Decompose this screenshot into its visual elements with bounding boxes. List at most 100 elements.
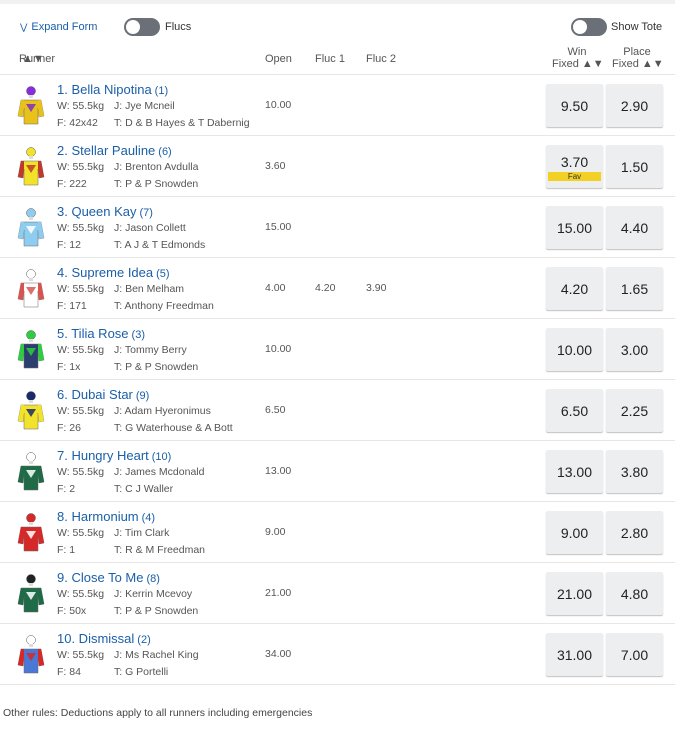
win-header-text: Fixed: [552, 58, 579, 70]
win-fixed-button[interactable]: 6.50: [546, 389, 603, 432]
runner-trainer: T: P & P Snowden: [114, 361, 199, 373]
runner-trainer: T: Anthony Freedman: [114, 300, 214, 312]
expand-form-link[interactable]: ⋁ Expand Form: [20, 21, 97, 33]
runner-form: F: 42x42: [57, 117, 98, 129]
win-fixed-button[interactable]: 21.00: [546, 572, 603, 615]
runner-trainer: T: G Portelli: [114, 666, 169, 678]
win-fixed-button[interactable]: 9.50: [546, 84, 603, 127]
runner-row: 3. Queen Kay (7) W: 55.5kg J: Jason Collett…: [0, 197, 675, 258]
runner-name-link[interactable]: 4. Supreme Idea (5): [57, 265, 170, 280]
win-fixed-button[interactable]: 9.00: [546, 511, 603, 554]
place-header-text: Fixed: [612, 58, 639, 70]
barrier-number: (2): [137, 634, 151, 646]
place-fixed-button[interactable]: 2.90: [606, 84, 663, 127]
place-fixed-button[interactable]: 1.65: [606, 267, 663, 310]
open-price: 21.00: [265, 587, 292, 599]
runner-name-link[interactable]: 7. Hungry Heart (10): [57, 448, 171, 463]
place-fixed-button[interactable]: 1.50: [606, 145, 663, 188]
runner-name: 4. Supreme Idea: [57, 265, 154, 280]
runner-weight: W: 55.5kg: [57, 161, 105, 173]
win-price: 10.00: [556, 341, 593, 358]
runner-jockey: J: Kerrin Mcevoy: [114, 588, 193, 600]
jockey-silks-icon: [16, 452, 46, 492]
win-fixed-button[interactable]: 10.00: [546, 328, 603, 371]
win-fixed-button[interactable]: 4.20: [546, 267, 603, 310]
runner-name: 8. Harmonium: [57, 509, 139, 524]
open-column-header: Open: [265, 53, 292, 65]
place-fixed-button[interactable]: 4.40: [606, 206, 663, 249]
runner-weight: W: 55.5kg: [57, 466, 105, 478]
sort-icon: ▲▼: [581, 58, 604, 70]
runner-row: 8. Harmonium (4) W: 55.5kg J: Tim Clark F: 1…: [0, 502, 675, 563]
open-price: 15.00: [265, 221, 292, 233]
runner-name: 2. Stellar Pauline: [57, 143, 156, 158]
jockey-silks-icon: [16, 147, 46, 187]
runner-row: 1. Bella Nipotina (1) W: 55.5kg J: Jye Mcne…: [0, 75, 675, 136]
runner-name-link[interactable]: 10. Dismissal (2): [57, 631, 151, 646]
jockey-silks-icon: [16, 86, 46, 126]
place-price: 3.80: [620, 463, 649, 480]
jockey-silks-icon: [16, 574, 46, 614]
runner-name: 9. Close To Me: [57, 570, 144, 585]
barrier-number: (3): [131, 329, 145, 341]
open-price: 34.00: [265, 648, 292, 660]
runner-jockey: J: Tommy Berry: [114, 344, 187, 356]
barrier-number: (1): [154, 85, 169, 97]
place-price: 4.80: [620, 585, 649, 602]
show-tote-label: Show Tote: [611, 21, 663, 33]
place-header-line1: Place: [623, 46, 651, 58]
win-fixed-button[interactable]: 15.00: [546, 206, 603, 249]
place-fixed-button[interactable]: 7.00: [606, 633, 663, 676]
runner-row: 5. Tilia Rose (3) W: 55.5kg J: Tommy Berry F…: [0, 319, 675, 380]
runner-name-link[interactable]: 5. Tilia Rose (3): [57, 326, 145, 341]
place-fixed-button[interactable]: 3.80: [606, 450, 663, 493]
win-fixed-button[interactable]: 31.00: [546, 633, 603, 676]
show-tote-toggle[interactable]: [571, 18, 607, 36]
jockey-silks-icon: [16, 391, 46, 431]
place-fixed-button[interactable]: 2.80: [606, 511, 663, 554]
runner-name-link[interactable]: 3. Queen Kay (7): [57, 204, 153, 219]
flucs-label: Flucs: [165, 21, 192, 33]
win-fixed-button[interactable]: 13.00: [546, 450, 603, 493]
runner-form: F: 2: [57, 483, 76, 495]
runner-name-link[interactable]: 6. Dubai Star (9): [57, 387, 149, 402]
runner-name-link[interactable]: 1. Bella Nipotina (1): [57, 82, 168, 97]
open-price: 3.60: [265, 160, 286, 172]
runner-name: 1. Bella Nipotina: [57, 82, 152, 97]
sort-icon: ▲▼: [22, 53, 44, 65]
win-price: 9.00: [560, 524, 589, 541]
runner-name-link[interactable]: 9. Close To Me (8): [57, 570, 160, 585]
win-header-line2: Fixed ▲▼: [552, 58, 604, 70]
place-fixed-button[interactable]: 2.25: [606, 389, 663, 432]
barrier-number: (5): [156, 268, 170, 280]
runner-form: F: 1: [57, 544, 76, 556]
win-fixed-column-header[interactable]: Win Fixed ▲▼: [552, 46, 604, 70]
runner-jockey: J: Ben Melham: [114, 283, 185, 295]
win-fixed-button[interactable]: 3.70 Fav: [546, 145, 603, 188]
barrier-number: (9): [135, 390, 150, 402]
runner-trainer: T: A J & T Edmonds: [114, 239, 206, 251]
runner-form: F: 26: [57, 422, 81, 434]
runner-weight: W: 55.5kg: [57, 588, 105, 600]
place-fixed-button[interactable]: 3.00: [606, 328, 663, 371]
win-price: 21.00: [556, 585, 593, 602]
win-price: 13.00: [556, 463, 593, 480]
expand-form-label: Expand Form: [31, 21, 98, 33]
open-price: 10.00: [265, 343, 292, 355]
favourite-badge: Fav: [548, 172, 601, 181]
place-fixed-column-header[interactable]: Place Fixed ▲▼: [612, 46, 664, 70]
flucs-toggle[interactable]: [124, 18, 160, 36]
runner-name-link[interactable]: 8. Harmonium (4): [57, 509, 155, 524]
win-price: 4.20: [560, 280, 589, 297]
runner-jockey: J: Jason Collett: [114, 222, 186, 234]
open-price: 10.00: [265, 99, 292, 111]
runner-trainer: T: C J Waller: [114, 483, 174, 495]
runner-name-link[interactable]: 2. Stellar Pauline (6): [57, 143, 172, 158]
toggle-knob: [573, 20, 587, 34]
runner-trainer: T: R & M Freedman: [114, 544, 206, 556]
fluc2-price: 3.90: [366, 282, 387, 294]
place-price: 3.00: [620, 341, 649, 358]
runner-weight: W: 55.5kg: [57, 405, 105, 417]
place-fixed-button[interactable]: 4.80: [606, 572, 663, 615]
open-price: 4.00: [265, 282, 286, 294]
